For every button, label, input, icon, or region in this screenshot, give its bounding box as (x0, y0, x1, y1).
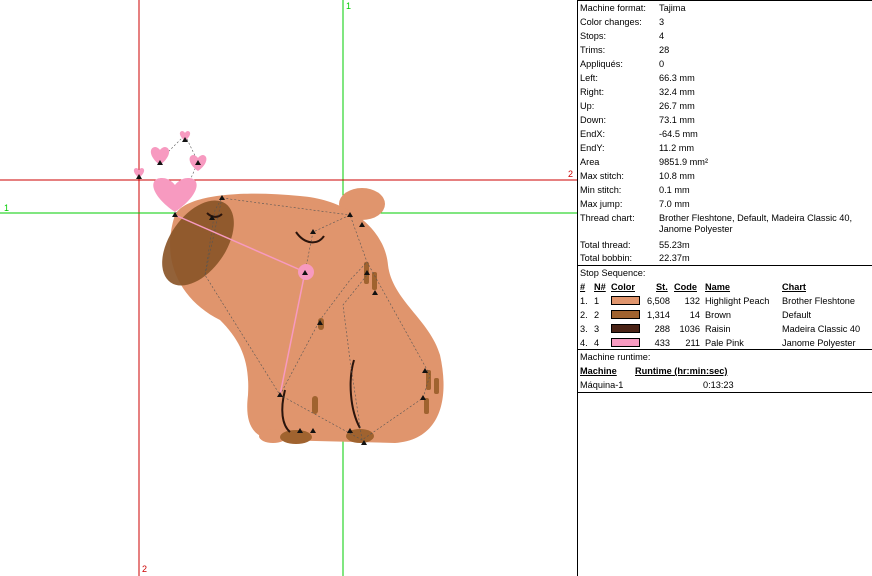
stat-label: Max jump: (580, 199, 623, 209)
stat-value: 3 (659, 17, 665, 27)
stat-value: Tajima (659, 3, 686, 13)
thread-color-swatch (611, 324, 640, 333)
stat-label: EndX: (580, 129, 606, 139)
embroidery-preview (0, 0, 577, 576)
stat-value: 7.0 mm (659, 199, 690, 209)
stop-sequence-title: Stop Sequence: (580, 268, 646, 278)
row-code: 1036 (679, 324, 700, 334)
vertical-guide-bottom-label: 2 (142, 564, 148, 574)
row-num: 2. (580, 310, 588, 320)
col-header-chart: Chart (782, 282, 806, 292)
stat-value: 10.8 mm (659, 171, 695, 181)
stat-value: -64.5 mm (659, 129, 698, 139)
runtime-header-machine: Machine (580, 366, 617, 376)
design-info-panel: Machine format: Tajima Color changes: 3 … (578, 0, 872, 576)
thread-chart-label: Thread chart: (580, 213, 635, 223)
col-header-color: Color (611, 282, 635, 292)
col-header-code: Code (674, 282, 697, 292)
stat-label: Stops: (580, 31, 607, 41)
thread-color-swatch (611, 310, 640, 319)
stat-label: Trims: (580, 45, 606, 55)
stat-label: Down: (580, 115, 607, 125)
row-stitches: 288 (654, 324, 670, 334)
stat-label: Area (580, 157, 600, 167)
runtime-value: 0:13:23 (703, 380, 734, 390)
row-stitches: 6,508 (647, 296, 670, 306)
col-header-num: # (580, 282, 586, 292)
total-bobbin-label: Total bobbin: (580, 253, 633, 263)
thread-color-swatch (611, 296, 640, 305)
stat-label: Up: (580, 101, 595, 111)
col-header-n: N# (594, 282, 606, 292)
stat-value: 0 (659, 59, 665, 69)
design-canvas[interactable]: 1 2 1 2 (0, 0, 578, 576)
row-name: Pale Pink (705, 338, 744, 348)
row-code: 211 (685, 338, 700, 348)
row-n: 4 (594, 338, 600, 348)
hearts (133, 131, 207, 212)
stat-label: Color changes: (580, 17, 642, 27)
horizontal-guide-left-label: 1 (4, 203, 10, 213)
row-code: 14 (689, 310, 700, 320)
stat-value: 66.3 mm (659, 73, 695, 83)
row-num: 3. (580, 324, 588, 334)
runtime-title: Machine runtime: (580, 352, 651, 362)
total-thread-label: Total thread: (580, 240, 631, 250)
col-header-name: Name (705, 282, 731, 292)
row-n: 2 (594, 310, 600, 320)
row-chart: Madeira Classic 40 (782, 324, 861, 334)
stat-value: 26.7 mm (659, 101, 695, 111)
thread-chart-value: Brother Fleshtone, Default, Madeira Clas… (659, 213, 853, 234)
stat-value: 11.2 mm (659, 143, 695, 153)
row-code: 132 (684, 296, 700, 306)
row-stitches: 433 (654, 338, 670, 348)
foot-mid (280, 430, 312, 444)
stat-label: Right: (580, 87, 605, 97)
col-header-st: St. (656, 282, 668, 292)
stat-label: Appliqués: (580, 59, 623, 69)
row-stitches: 1,314 (647, 310, 670, 320)
stat-label: Max stitch: (580, 171, 624, 181)
stat-value: 0.1 mm (659, 185, 690, 195)
row-chart: Default (782, 310, 812, 320)
row-n: 1 (594, 296, 600, 306)
vertical-guide-top-label: 1 (346, 1, 352, 11)
row-num: 4. (580, 338, 588, 348)
stat-value: 4 (659, 31, 665, 41)
stat-value: 9851.9 mm² (659, 157, 709, 167)
row-num: 1. (580, 296, 588, 306)
divider (578, 392, 872, 393)
total-thread-value: 55.23m (659, 240, 690, 250)
stat-value: 28 (659, 45, 670, 55)
stat-label: Left: (580, 73, 598, 83)
row-name: Raisin (705, 324, 731, 334)
row-name: Highlight Peach (705, 296, 770, 306)
row-chart: Brother Fleshtone (782, 296, 856, 306)
horizontal-guide-right-label: 2 (568, 169, 574, 179)
stat-value: 32.4 mm (659, 87, 695, 97)
stat-label: EndY: (580, 143, 605, 153)
stat-label: Min stitch: (580, 185, 622, 195)
row-name: Brown (705, 310, 732, 320)
stat-label: Machine format: (580, 3, 646, 13)
row-n: 3 (594, 324, 600, 334)
row-chart: Janome Polyester (782, 338, 856, 348)
runtime-header-runtime: Runtime (hr:min:sec) (635, 366, 728, 376)
thread-color-swatch (611, 338, 640, 347)
total-bobbin-value: 22.37m (659, 253, 690, 263)
stat-value: 73.1 mm (659, 115, 695, 125)
runtime-machine-name: Máquina-1 (580, 380, 624, 390)
